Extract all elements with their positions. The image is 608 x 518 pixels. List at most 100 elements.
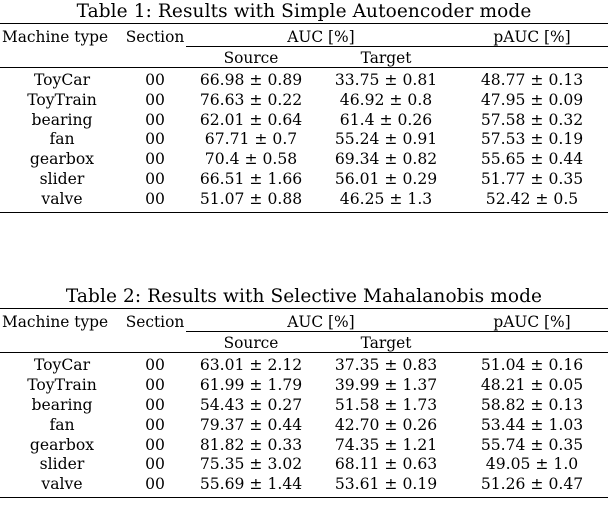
column-group-header-auc: AUC [%]	[287, 313, 355, 332]
table-row: slider 00 75.35 ± 3.02 68.11 ± 0.63 49.0…	[0, 455, 608, 475]
cell-auc-target: 56.01 ± 0.29	[334, 169, 438, 188]
results-table-1: Machine type Section AUC [%] pAUC [%] So…	[0, 23, 608, 233]
cell-machine-type: bearing	[31, 110, 93, 129]
cell-auc-target: 51.58 ± 1.73	[334, 395, 438, 414]
cell-auc-source: 66.51 ± 1.66	[199, 169, 303, 188]
cell-section: 00	[145, 110, 165, 129]
cell-pauc: 48.21 ± 0.05	[480, 376, 584, 395]
table-row: ToyCar 00 66.98 ± 0.89 33.75 ± 0.81 48.7…	[0, 68, 608, 91]
subheader-blank-machine	[0, 49, 124, 68]
table-row: ToyCar 00 63.01 ± 2.12 37.35 ± 0.83 51.0…	[0, 353, 608, 376]
cell-auc-source: 75.35 ± 3.02	[199, 455, 303, 474]
column-group-header-pauc: pAUC [%]	[493, 28, 571, 46]
table-block-2: Table 2: Results with Selective Mahalano…	[0, 232, 608, 518]
cell-auc-target: 68.11 ± 0.63	[334, 455, 438, 474]
table-row: ToyTrain 00 61.99 ± 1.79 39.99 ± 1.37 48…	[0, 376, 608, 396]
cell-auc-target: 55.24 ± 0.91	[334, 130, 438, 149]
cell-machine-type: ToyCar	[33, 356, 91, 375]
column-group-header-pauc: pAUC [%]	[493, 313, 571, 332]
cell-auc-target: 46.92 ± 0.8	[339, 90, 433, 109]
cell-section: 00	[145, 455, 165, 474]
cell-pauc: 52.42 ± 0.5	[485, 189, 579, 208]
table-row: bearing 00 62.01 ± 0.64 61.4 ± 0.26 57.5…	[0, 111, 608, 131]
table-1-caption: Table 1: Results with Simple Autoencoder…	[76, 1, 532, 22]
cell-section: 00	[145, 189, 165, 208]
table-1-bottomrule	[0, 211, 608, 233]
table-1-head: Machine type Section AUC [%] pAUC [%] So…	[0, 23, 608, 68]
table-1-body: ToyCar 00 66.98 ± 0.89 33.75 ± 0.81 48.7…	[0, 68, 608, 233]
column-group-header-auc: AUC [%]	[287, 28, 355, 46]
cell-section: 00	[145, 415, 165, 434]
cell-section: 00	[145, 71, 165, 89]
column-header-section: Section	[125, 313, 185, 332]
cell-auc-target: 42.70 ± 0.26	[334, 415, 438, 434]
cell-machine-type: ToyTrain	[27, 90, 97, 109]
cell-machine-type: fan	[49, 415, 75, 434]
table-row: valve 00 55.69 ± 1.44 53.61 ± 0.19 51.26…	[0, 475, 608, 497]
cell-machine-type: gearbox	[29, 435, 95, 454]
column-header-source: Source	[223, 49, 279, 67]
column-header-target: Target	[360, 334, 412, 353]
results-table-2: Machine type Section AUC [%] pAUC [%] So…	[0, 308, 608, 518]
cell-auc-source: 61.99 ± 1.79	[199, 376, 303, 395]
column-header-section: Section	[125, 28, 185, 46]
table-row: ToyTrain 00 76.63 ± 0.22 46.92 ± 0.8 47.…	[0, 91, 608, 111]
cell-machine-type: gearbox	[29, 150, 95, 169]
cell-section: 00	[145, 435, 165, 454]
cell-pauc: 51.04 ± 0.16	[480, 356, 584, 375]
table-row: bearing 00 54.43 ± 0.27 51.58 ± 1.73 58.…	[0, 396, 608, 416]
cell-auc-target: 61.4 ± 0.26	[339, 110, 433, 129]
cell-auc-source: 51.07 ± 0.88	[199, 189, 303, 208]
cell-section: 00	[145, 376, 165, 395]
cell-section: 00	[145, 356, 165, 375]
cell-pauc: 58.82 ± 0.13	[480, 395, 584, 414]
cell-pauc: 48.77 ± 0.13	[480, 71, 584, 89]
cell-auc-target: 39.99 ± 1.37	[334, 376, 438, 395]
column-header-machine-type: Machine type	[2, 28, 109, 46]
cell-pauc: 51.77 ± 0.35	[480, 169, 584, 188]
column-header-machine-type: Machine type	[2, 313, 109, 332]
cell-machine-type: slider	[39, 169, 85, 188]
table-1-subheader-row: Source Target	[0, 49, 608, 68]
cell-auc-source: 66.98 ± 0.89	[199, 71, 303, 89]
table-row: gearbox 00 81.82 ± 0.33 74.35 ± 1.21 55.…	[0, 436, 608, 456]
subheader-blank-pauc	[456, 49, 608, 68]
cell-section: 00	[145, 130, 165, 149]
cell-pauc: 53.44 ± 1.03	[480, 415, 584, 434]
subheader-blank-section	[124, 49, 186, 68]
cell-auc-source: 55.69 ± 1.44	[199, 475, 303, 494]
cell-auc-source: 70.4 ± 0.58	[204, 150, 298, 169]
cell-auc-target: 74.35 ± 1.21	[334, 435, 438, 454]
table-row: slider 00 66.51 ± 1.66 56.01 ± 0.29 51.7…	[0, 170, 608, 190]
cell-auc-source: 79.37 ± 0.44	[199, 415, 303, 434]
cell-auc-source: 54.43 ± 0.27	[199, 395, 303, 414]
table-row: fan 00 79.37 ± 0.44 42.70 ± 0.26 53.44 ±…	[0, 416, 608, 436]
subheader-blank-pauc	[456, 334, 608, 353]
table-row: gearbox 00 70.4 ± 0.58 69.34 ± 0.82 55.6…	[0, 150, 608, 170]
cell-auc-source: 63.01 ± 2.12	[199, 356, 303, 375]
table-1-header-row: Machine type Section AUC [%] pAUC [%]	[0, 28, 608, 47]
table-2-bottomrule	[0, 496, 608, 518]
cell-machine-type: ToyTrain	[27, 376, 97, 395]
cell-section: 00	[145, 395, 165, 414]
cell-auc-target: 33.75 ± 0.81	[334, 71, 438, 89]
cell-pauc: 57.53 ± 0.19	[480, 130, 584, 149]
cell-auc-target: 53.61 ± 0.19	[334, 475, 438, 494]
cell-section: 00	[145, 150, 165, 169]
cell-machine-type: valve	[41, 189, 83, 208]
table-2-head: Machine type Section AUC [%] pAUC [%] So…	[0, 308, 608, 354]
cell-pauc: 55.74 ± 0.35	[480, 435, 584, 454]
cell-auc-target: 37.35 ± 0.83	[334, 356, 438, 375]
cell-auc-source: 76.63 ± 0.22	[199, 90, 303, 109]
cell-machine-type: bearing	[31, 395, 93, 414]
cell-pauc: 47.95 ± 0.09	[480, 90, 584, 109]
cell-pauc: 55.65 ± 0.44	[480, 150, 584, 169]
table-2-caption: Table 2: Results with Selective Mahalano…	[65, 286, 543, 308]
table-block-1: Table 1: Results with Simple Autoencoder…	[0, 0, 608, 233]
table-2-header-row: Machine type Section AUC [%] pAUC [%]	[0, 313, 608, 332]
cell-machine-type: slider	[39, 455, 85, 474]
cell-pauc: 57.58 ± 0.32	[480, 110, 584, 129]
cell-auc-source: 62.01 ± 0.64	[199, 110, 303, 129]
table-2-subheader-row: Source Target	[0, 334, 608, 353]
cell-machine-type: valve	[41, 475, 83, 494]
